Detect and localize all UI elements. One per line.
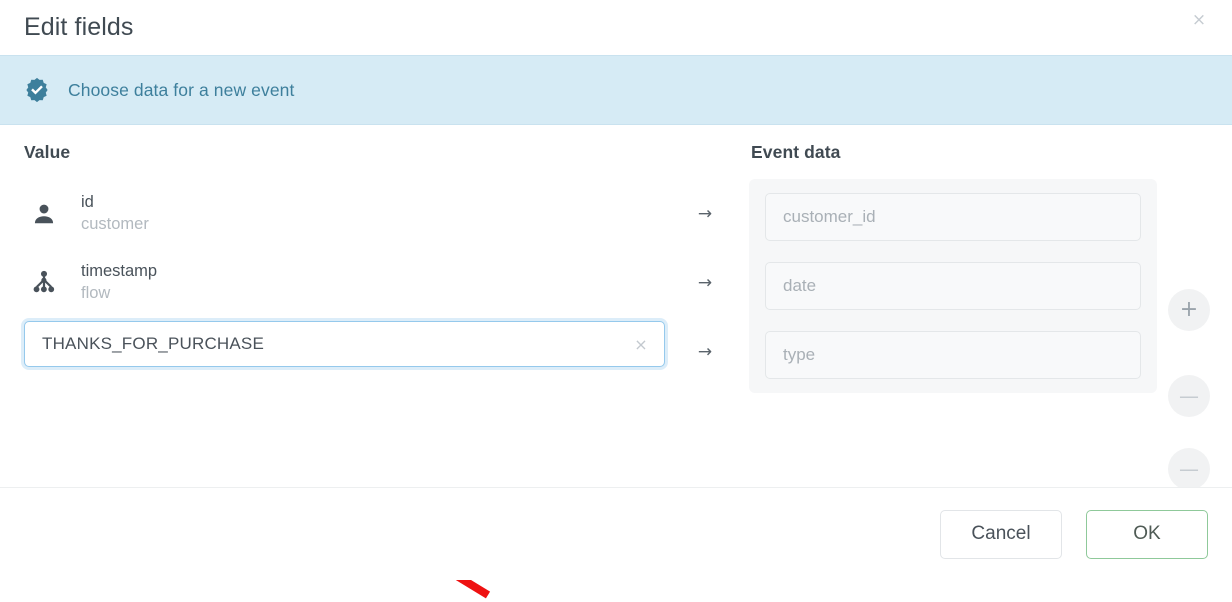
- event-data-panel: customer_id date type: [749, 179, 1157, 393]
- remove-field-button[interactable]: —: [1168, 448, 1210, 490]
- value-column: Value id customer: [0, 125, 735, 367]
- value-column-heading: Value: [24, 125, 735, 179]
- minus-icon: —: [1179, 459, 1199, 479]
- add-field-button[interactable]: +: [1168, 289, 1210, 331]
- mapping-arrows: → → →: [690, 179, 720, 386]
- person-icon: [24, 201, 64, 227]
- badge-check-icon: [24, 77, 50, 103]
- close-icon[interactable]: ×: [1186, 7, 1212, 33]
- plus-icon: +: [1180, 299, 1198, 321]
- mapping-arrow-icon: →: [690, 248, 720, 317]
- event-data-heading: Event data: [735, 125, 1232, 179]
- value-row-sub: flow: [81, 283, 157, 304]
- cancel-button[interactable]: Cancel: [940, 510, 1062, 559]
- page-title: Edit fields: [24, 15, 134, 40]
- ok-button[interactable]: OK: [1086, 510, 1208, 559]
- value-text-input[interactable]: THANKS_FOR_PURCHASE: [24, 321, 665, 367]
- value-row[interactable]: id customer: [24, 179, 735, 248]
- flow-tree-icon: [24, 269, 64, 297]
- value-input-wrapper: THANKS_FOR_PURCHASE ×: [24, 321, 665, 367]
- value-row-name: id: [81, 192, 149, 213]
- fields-columns: Value id customer: [0, 125, 1232, 393]
- dialog-footer: Cancel OK: [0, 487, 1232, 580]
- event-field-customer-id[interactable]: customer_id: [765, 193, 1141, 241]
- value-row-name: timestamp: [81, 261, 157, 282]
- info-banner: Choose data for a new event: [0, 55, 1232, 125]
- info-banner-text: Choose data for a new event: [68, 80, 294, 101]
- mapping-arrow-icon: →: [690, 179, 720, 248]
- remove-field-button[interactable]: —: [1168, 375, 1210, 417]
- value-row[interactable]: timestamp flow: [24, 248, 735, 317]
- minus-icon: —: [1179, 386, 1199, 406]
- clear-icon[interactable]: ×: [631, 334, 651, 354]
- value-row-sub: customer: [81, 214, 149, 235]
- mapping-arrow-icon: →: [690, 317, 720, 386]
- value-row-texts: timestamp flow: [64, 261, 157, 303]
- event-field-type[interactable]: type: [765, 331, 1141, 379]
- value-rows: id customer: [24, 179, 735, 367]
- dialog-header: Edit fields ×: [0, 0, 1232, 55]
- event-data-column: Event data customer_id date type: [735, 125, 1232, 393]
- event-field-date[interactable]: date: [765, 262, 1141, 310]
- edit-fields-dialog: Edit fields × Choose data for a new even…: [0, 0, 1232, 580]
- value-row-texts: id customer: [64, 192, 149, 234]
